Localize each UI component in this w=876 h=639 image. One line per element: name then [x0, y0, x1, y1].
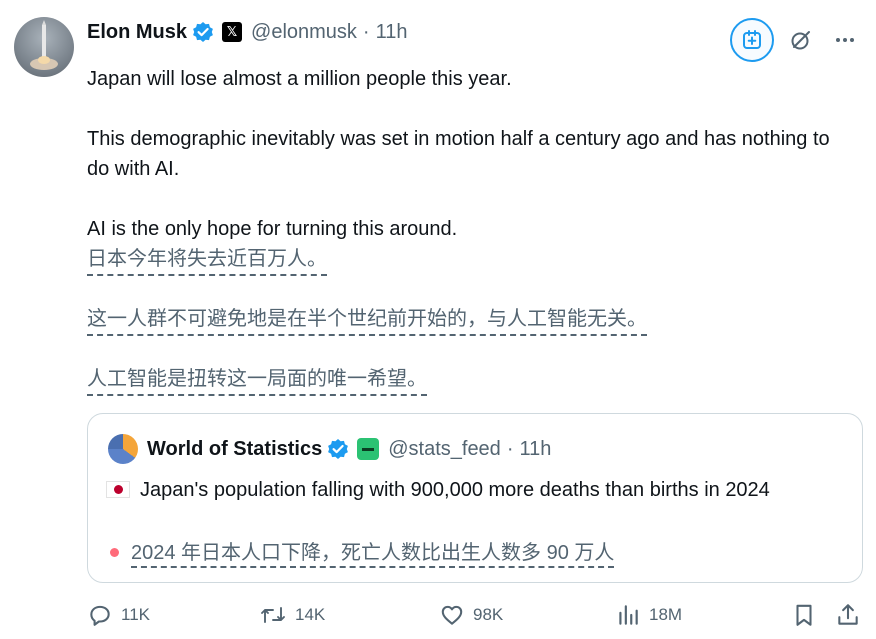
- quoted-tweet-header: World of Statistics @stats_feed · 11h: [108, 434, 551, 464]
- quoted-tweet-text: Japan's population falling with 900,000 …: [106, 476, 846, 505]
- views-button[interactable]: 18M: [615, 598, 682, 632]
- x-logo-icon[interactable]: 𝕏: [222, 22, 243, 42]
- quoted-author-avatar: [108, 434, 138, 464]
- repost-count: 14K: [295, 605, 326, 624]
- quoted-translation-text: 2024 年日本人口下降，死亡人数比出生人数多 90 万人: [131, 542, 615, 568]
- separator-dot: ·: [506, 437, 514, 460]
- grok-button[interactable]: [730, 18, 774, 62]
- quoted-author-name: World of Statistics: [147, 437, 323, 460]
- like-count: 98K: [473, 605, 504, 624]
- grok-slash-icon: [791, 31, 810, 50]
- separator-dot: ·: [362, 20, 370, 43]
- translation-text: 这一人群不可避免地是在半个世纪前开始的，与人工智能无关。: [87, 306, 647, 336]
- share-button[interactable]: [835, 598, 869, 632]
- flag-dot-icon: [110, 548, 119, 558]
- translation-text: 人工智能是扭转这一局面的唯一希望。: [87, 366, 427, 396]
- tweet-time[interactable]: 11h: [376, 21, 408, 44]
- view-count: 18M: [649, 605, 683, 624]
- translation-line: 人工智能是扭转这一局面的唯一希望。: [87, 366, 427, 396]
- verified-badge-icon: [327, 438, 349, 460]
- affiliate-badge-icon: [357, 438, 380, 460]
- japan-flag-icon: [106, 481, 130, 498]
- repost-button[interactable]: 14K: [259, 598, 325, 632]
- tweet-paragraph: AI is the only hope for turning this aro…: [87, 218, 458, 240]
- reply-icon: [90, 605, 110, 626]
- reply-button[interactable]: 11K: [87, 598, 150, 632]
- translation-line: 日本今年将失去近百万人。: [87, 246, 327, 276]
- tweet-actions: 11K 14K 98K 18M: [87, 598, 863, 632]
- translation-text: 日本今年将失去近百万人。: [87, 246, 327, 276]
- quoted-text: Japan's population falling with 900,000 …: [140, 479, 770, 501]
- author-avatar[interactable]: [14, 17, 74, 77]
- translation-line: 这一人群不可避免地是在半个世纪前开始的，与人工智能无关。: [87, 306, 647, 336]
- more-options-button[interactable]: [828, 23, 862, 57]
- header-actions: [730, 18, 862, 62]
- quoted-translation: 2024 年日本人口下降，死亡人数比出生人数多 90 万人: [106, 536, 615, 568]
- more-icon: [836, 38, 854, 42]
- quoted-author-handle: @stats_feed: [388, 437, 501, 460]
- repost-icon: [261, 607, 285, 623]
- reply-count: 11K: [121, 605, 150, 624]
- tweet-header: Elon Musk 𝕏 @elonmusk · 11h: [87, 19, 407, 45]
- like-button[interactable]: 98K: [439, 598, 503, 632]
- heart-icon: [441, 605, 463, 625]
- author-handle[interactable]: @elonmusk: [251, 21, 357, 44]
- share-icon: [838, 604, 858, 625]
- grok-explain-button[interactable]: [784, 23, 818, 57]
- grok-icon: [743, 30, 761, 49]
- bookmark-icon: [796, 604, 812, 626]
- quoted-tweet[interactable]: World of Statistics @stats_feed · 11h Ja…: [87, 413, 863, 583]
- tweet-paragraph: This demographic inevitably was set in m…: [87, 128, 830, 180]
- verified-badge-icon[interactable]: [192, 21, 214, 43]
- views-chart-icon: [619, 605, 638, 625]
- author-name[interactable]: Elon Musk: [87, 21, 187, 44]
- bookmark-button[interactable]: [791, 598, 825, 632]
- quoted-tweet-time: 11h: [519, 437, 552, 460]
- tweet-paragraph: Japan will lose almost a million people …: [87, 68, 512, 90]
- tweet-text: Japan will lose almost a million people …: [87, 64, 857, 244]
